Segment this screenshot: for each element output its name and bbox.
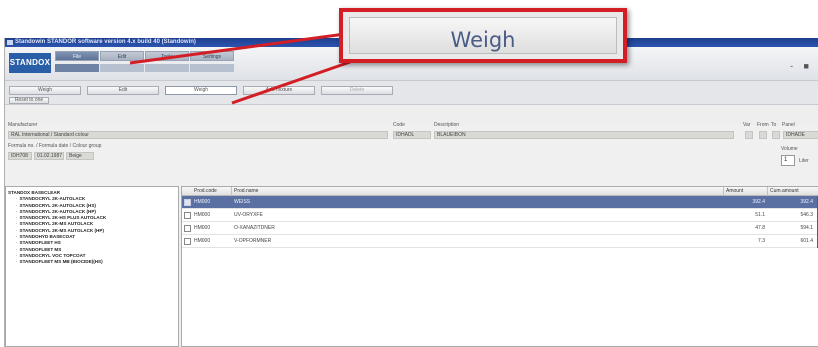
menu-tab-edit[interactable]: Edit bbox=[100, 51, 144, 61]
to-label: To bbox=[771, 122, 777, 128]
col-header-amount[interactable]: Amount bbox=[724, 187, 768, 196]
cell-amount: 51.1 bbox=[755, 212, 765, 218]
cell-amount: 7.3 bbox=[758, 238, 765, 244]
panel-field: IDHADE bbox=[783, 131, 818, 139]
formula-date-field: 01.02.1987 bbox=[34, 152, 64, 160]
from-label: From bbox=[757, 122, 769, 128]
delete-button[interactable]: Delete bbox=[321, 86, 393, 95]
app-icon bbox=[7, 40, 13, 45]
row-select-button[interactable] bbox=[184, 225, 191, 232]
table-row[interactable]: HM000 O-XANAZITDNER 47.8 594.1 bbox=[182, 222, 818, 235]
row-select-button[interactable] bbox=[184, 212, 191, 219]
var-label: Var bbox=[743, 122, 751, 128]
weigh-callout-label: Weigh bbox=[450, 28, 516, 52]
col-header-cum-amount[interactable]: Cum.amount bbox=[768, 187, 818, 196]
weigh-callout: Weigh bbox=[339, 8, 627, 63]
cell-cum-amount: 546.3 bbox=[800, 212, 813, 218]
cell-prod-code: HM000 bbox=[194, 199, 211, 205]
table-row[interactable]: HM000 WEISS 392.4 392.4 bbox=[182, 196, 818, 209]
formula-grid: Prod.code Prod.name Amount Cum.amount HM… bbox=[181, 186, 818, 347]
table-row[interactable]: HM000 UV-ORYXFE 51.1 546.3 bbox=[182, 209, 818, 222]
cell-amount: 47.8 bbox=[755, 225, 765, 231]
col-header-prod-name[interactable]: Prod.name bbox=[232, 187, 724, 196]
from-checkbox[interactable] bbox=[759, 131, 767, 139]
weigh-callout-button: Weigh bbox=[349, 17, 617, 54]
cell-prod-name: O-XANAZITDNER bbox=[234, 225, 275, 231]
row-select-button[interactable] bbox=[184, 199, 191, 206]
sub-tab-2[interactable] bbox=[100, 64, 144, 72]
product-line-tree: STANDOX BASECLEARSTANDOCRYL 2K-AUTOLACKS… bbox=[5, 186, 179, 347]
add-mixture-button[interactable]: Add mixture bbox=[243, 86, 315, 95]
menu-tab-file[interactable]: File bbox=[55, 51, 99, 61]
var-checkbox[interactable] bbox=[745, 131, 753, 139]
application-window: Standowin STANDOR software version 4.x b… bbox=[4, 38, 818, 347]
menu-tab-tools[interactable]: Tools bbox=[145, 51, 189, 61]
cell-cum-amount: 594.1 bbox=[800, 225, 813, 231]
cell-prod-name: V-OPFORMNER bbox=[234, 238, 272, 244]
formula-no-field: IDH708 bbox=[8, 152, 32, 160]
table-row[interactable]: HM000 V-OPFORMNER 7.3 601.4 bbox=[182, 235, 818, 248]
sub-tab-1[interactable] bbox=[55, 64, 99, 72]
standox-logo: STANDOX bbox=[9, 53, 51, 73]
menu-tab-settings[interactable]: Settings bbox=[190, 51, 234, 61]
grid-header: Prod.code Prod.name Amount Cum.amount bbox=[182, 187, 818, 196]
cell-prod-name: UV-ORYXFE bbox=[234, 212, 263, 218]
window-controls[interactable]: - ■ bbox=[790, 61, 813, 71]
volume-label: Volume bbox=[781, 146, 798, 152]
sub-tab-3[interactable] bbox=[145, 64, 189, 72]
cell-prod-name: WEISS bbox=[234, 199, 251, 205]
cell-amount: 392.4 bbox=[752, 199, 765, 205]
panel-label: Panel bbox=[782, 122, 795, 128]
sub-tabs bbox=[55, 64, 234, 73]
description-label: Description bbox=[434, 122, 460, 128]
window-title: Standowin STANDOR software version 4.x b… bbox=[15, 39, 196, 45]
sub-tab-4[interactable] bbox=[190, 64, 234, 72]
volume-unit: Liter bbox=[799, 158, 809, 164]
formula-label: Formula no. / Formula date / Colour grou… bbox=[8, 143, 102, 149]
manufacturer-field: RAL International / Standard colour bbox=[8, 131, 388, 139]
code-field: IDHADL bbox=[393, 131, 431, 139]
cell-cum-amount: 601.4 bbox=[800, 238, 813, 244]
col-header-prod-code[interactable]: Prod.code bbox=[192, 187, 232, 196]
reset-to-one-button[interactable]: Reset to one bbox=[9, 97, 49, 104]
weigh-button[interactable]: Weigh bbox=[9, 86, 81, 95]
volume-input[interactable]: 1 bbox=[781, 155, 795, 166]
weigh-tab-button[interactable]: Weigh bbox=[165, 86, 237, 95]
action-bar: Weigh Edit Weigh Add mixture Delete Rese… bbox=[5, 81, 818, 105]
row-select-button[interactable] bbox=[184, 238, 191, 245]
cell-prod-code: HM000 bbox=[194, 225, 211, 231]
colour-group-field: Beige bbox=[66, 152, 94, 160]
cell-cum-amount: 392.4 bbox=[800, 199, 813, 205]
description-field: BLAUEIBON bbox=[434, 131, 734, 139]
tree-item[interactable]: STANDOFLEET MS MB (BIOCIDE)(HS) bbox=[8, 259, 178, 265]
manufacturer-label: Manufacturer bbox=[8, 122, 38, 128]
code-label: Code bbox=[393, 122, 405, 128]
cell-prod-code: HM000 bbox=[194, 212, 211, 218]
edit-button[interactable]: Edit bbox=[87, 86, 159, 95]
to-checkbox[interactable] bbox=[772, 131, 780, 139]
cell-prod-code: HM000 bbox=[194, 238, 211, 244]
menu-tabs: File Edit Tools Settings bbox=[55, 51, 234, 63]
